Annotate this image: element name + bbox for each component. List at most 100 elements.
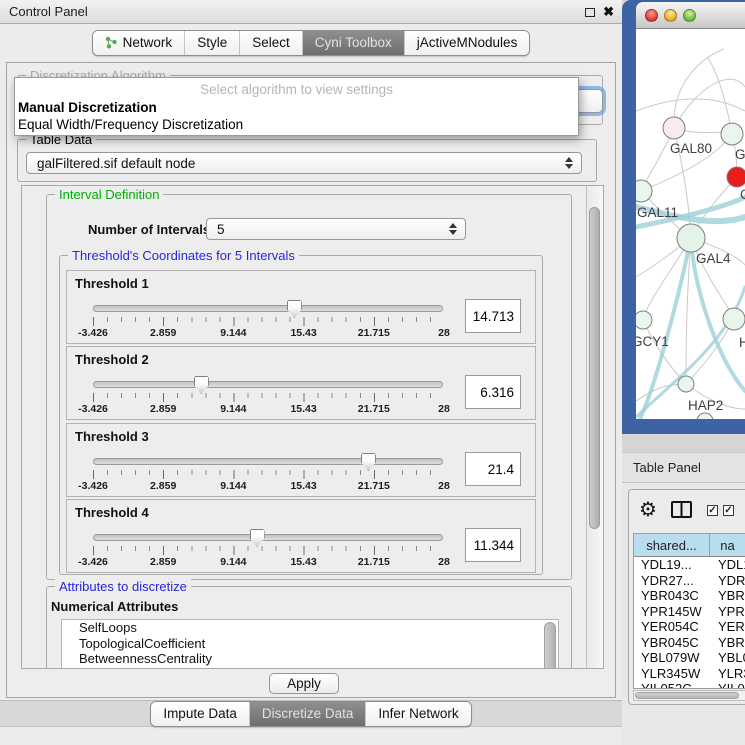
checkbox-icon[interactable]: ✓ <box>707 505 718 516</box>
float-window-icon[interactable] <box>585 8 595 17</box>
table-row[interactable]: YBR043CYBR04 <box>634 588 745 604</box>
threshold-3-slider[interactable] <box>93 458 443 465</box>
list-scrollbar[interactable] <box>544 622 556 669</box>
network-nodes[interactable] <box>636 117 745 419</box>
tab-select[interactable]: Select <box>239 31 302 55</box>
tab-discretize-data[interactable]: Discretize Data <box>249 702 366 726</box>
node-bottom[interactable] <box>697 413 713 419</box>
table-row[interactable]: YLR345WYLR34 <box>634 666 745 682</box>
list-item[interactable]: TopologicalCoefficient <box>62 636 558 652</box>
threshold-3-box: Threshold 3 -3.426 2.859 9.144 15.43 21.… <box>66 423 536 497</box>
table-data-selected-value: galFiltered.sif default node <box>37 156 195 171</box>
close-icon[interactable]: ✖ <box>603 7 614 17</box>
combo-arrows-icon <box>565 157 573 169</box>
table-panel-titlebar: Table Panel <box>622 452 745 483</box>
threshold-2-slider-thumb[interactable] <box>194 376 209 394</box>
threshold-4-slider-thumb[interactable] <box>250 529 265 547</box>
minimize-traffic-light-icon[interactable] <box>664 9 677 22</box>
table-row[interactable]: YPR145WYPR14 <box>634 604 745 620</box>
thresholds-group: Threshold's Coordinates for 5 Intervals … <box>59 255 543 575</box>
threshold-2-value-field[interactable]: 6.316 <box>465 375 521 409</box>
table-row[interactable]: YDL19...YDL19 <box>634 557 745 573</box>
node-label: GAL4 <box>696 251 731 266</box>
table-data-combobox[interactable]: galFiltered.sif default node <box>26 152 582 174</box>
checkbox-icon[interactable]: ✓ <box>723 505 734 516</box>
numerical-attributes-list[interactable]: SelfLoops TopologicalCoefficient Between… <box>61 619 559 669</box>
table-row[interactable]: YDR27...YDR27 <box>634 573 745 589</box>
threshold-1-label: Threshold 1 <box>75 276 149 291</box>
control-panel-titlebar: Control Panel ✖ <box>0 0 622 24</box>
thresholds-group-title: Threshold's Coordinates for 5 Intervals <box>68 248 299 263</box>
node-gal80[interactable] <box>663 117 685 139</box>
algorithm-option-equal-width[interactable]: Equal Width/Frequency Discretization <box>15 116 578 133</box>
scrollbar-thumb[interactable] <box>589 207 600 529</box>
table-row[interactable]: YBR045CYBR04 <box>634 635 745 651</box>
settings-vertical-scrollbar[interactable] <box>586 186 603 668</box>
table-row[interactable]: YBL079WYBL07 <box>634 650 745 666</box>
tab-cyni-toolbox[interactable]: Cyni Toolbox <box>302 31 404 55</box>
list-item[interactable]: BetweennessCentrality <box>62 651 558 667</box>
number-of-intervals-spinner[interactable]: 5 <box>206 218 466 240</box>
column-header-name[interactable]: na <box>710 534 745 556</box>
node-right[interactable] <box>723 308 745 330</box>
node-gal4[interactable] <box>677 224 705 252</box>
table-panel-title: Table Panel <box>633 460 701 475</box>
node-table[interactable]: shared... na YDL19...YDL19 YDR27...YDR27… <box>633 533 745 689</box>
tab-style[interactable]: Style <box>184 31 239 55</box>
algorithm-option-manual[interactable]: Manual Discretization <box>15 99 578 116</box>
threshold-2-label: Threshold 2 <box>75 352 149 367</box>
node-gcy1[interactable] <box>636 311 652 329</box>
node-gal11[interactable] <box>636 180 652 202</box>
right-panel: GAL80 G GAL11 C GAL4 GCY1 H HAP2 Table P… <box>622 0 745 745</box>
network-window-titlebar[interactable] <box>636 2 745 29</box>
threshold-1-scale: -3.426 2.859 9.144 15.43 21.715 28 <box>93 327 444 340</box>
threshold-2-ticks <box>93 393 444 402</box>
table-panel-window: ⚙ ✓ ✓ shared... na YDL19...YDL19 YDR27..… <box>628 489 745 705</box>
gear-icon[interactable]: ⚙ <box>639 497 657 522</box>
threshold-4-scale: -3.426 2.859 9.144 21.715 15.43 28 <box>93 556 444 569</box>
node-selected-red[interactable] <box>727 167 745 187</box>
threshold-3-ticks <box>93 470 444 479</box>
attributes-group-title: Attributes to discretize <box>55 579 191 594</box>
node-hap2[interactable] <box>678 376 694 392</box>
below-table-panel <box>622 705 745 745</box>
node-label: GCY1 <box>636 334 669 349</box>
threshold-1-slider[interactable] <box>93 305 443 312</box>
table-data-group: Table Data galFiltered.sif default node <box>17 139 597 182</box>
columns-icon[interactable] <box>671 501 692 518</box>
threshold-4-box: Threshold 4 -3.426 2.859 9.144 21.715 15… <box>66 499 536 573</box>
threshold-2-box: Threshold 2 -3.426 2.859 9.144 15.43 21.… <box>66 346 536 420</box>
threshold-1-box: Threshold 1 -3.426 2.859 9.144 15.43 21.… <box>66 270 536 344</box>
zoom-traffic-light-icon[interactable] <box>683 9 696 22</box>
node-top-right[interactable] <box>721 123 743 145</box>
apply-button[interactable]: Apply <box>269 673 339 694</box>
number-of-intervals-value: 5 <box>217 222 225 237</box>
table-row[interactable]: YER054CYER05 <box>634 619 745 635</box>
threshold-1-value-field[interactable]: 14.713 <box>465 299 521 333</box>
threshold-2-slider[interactable] <box>93 381 443 388</box>
control-panel-title: Control Panel <box>9 4 88 19</box>
threshold-2-scale: -3.426 2.859 9.144 15.43 21.715 28 <box>93 403 444 416</box>
network-canvas[interactable]: GAL80 G GAL11 C GAL4 GCY1 H HAP2 <box>636 29 745 419</box>
table-row[interactable]: YIL052CYIL05 <box>634 681 745 689</box>
tab-jactivemnodules[interactable]: jActiveMNodules <box>404 31 530 55</box>
tab-impute-data[interactable]: Impute Data <box>151 702 249 726</box>
threshold-4-value-field[interactable]: 11.344 <box>465 528 521 562</box>
list-item[interactable]: SelfLoops <box>62 620 558 636</box>
threshold-1-ticks <box>93 317 444 326</box>
column-header-shared-name[interactable]: shared... <box>634 534 710 556</box>
threshold-3-slider-thumb[interactable] <box>361 453 376 471</box>
algorithm-dropdown-popup: Select algorithm to view settings Manual… <box>14 77 579 136</box>
close-traffic-light-icon[interactable] <box>645 9 658 22</box>
scrollbar-thumb[interactable] <box>635 692 739 699</box>
interval-definition-title: Interval Definition <box>55 187 163 202</box>
algorithm-popup-hint: Select algorithm to view settings <box>15 78 578 99</box>
threshold-1-slider-thumb[interactable] <box>287 300 302 318</box>
threshold-4-slider[interactable] <box>93 534 443 541</box>
tab-network[interactable]: Network <box>93 31 185 55</box>
table-horizontal-scrollbar[interactable] <box>633 690 745 701</box>
table-header-row: shared... na <box>634 534 745 557</box>
tab-infer-network[interactable]: Infer Network <box>365 702 470 726</box>
network-view-window: GAL80 G GAL11 C GAL4 GCY1 H HAP2 <box>622 0 745 434</box>
threshold-3-value-field[interactable]: 21.4 <box>465 452 521 486</box>
